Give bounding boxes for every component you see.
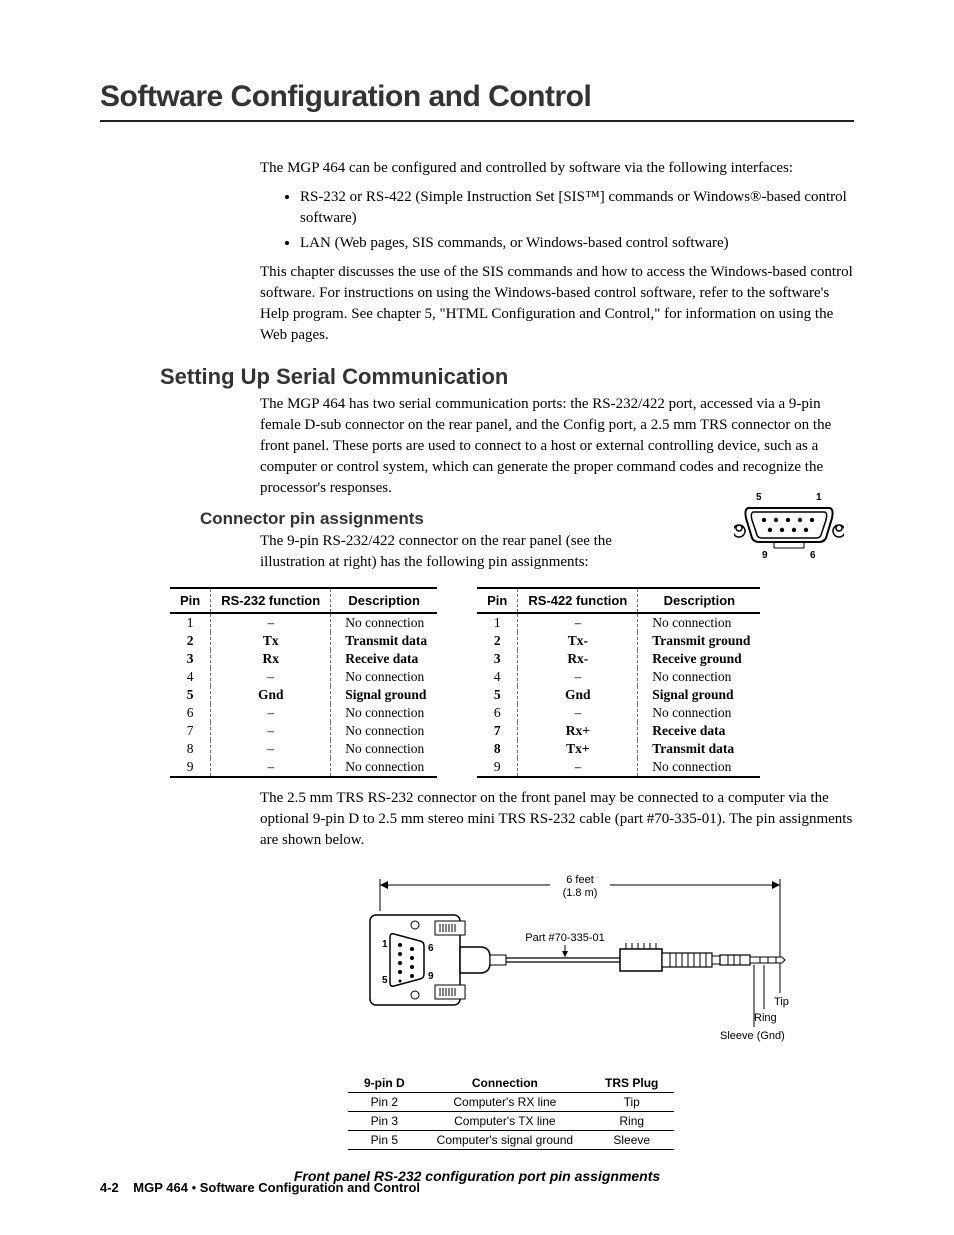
table-row: 2Tx-Transmit ground bbox=[477, 632, 760, 650]
table-row: 4–No connection bbox=[170, 668, 437, 686]
trs-table: 9-pin D Connection TRS Plug Pin 2Compute… bbox=[348, 1074, 674, 1150]
svg-text:6: 6 bbox=[428, 943, 434, 954]
rs422-table: Pin RS-422 function Description 1–No con… bbox=[477, 587, 760, 778]
table-row: 3Rx-Receive ground bbox=[477, 650, 760, 668]
svg-text:6 feet: 6 feet bbox=[566, 874, 594, 886]
col-header: 9-pin D bbox=[348, 1074, 421, 1093]
table-row: 5GndSignal ground bbox=[477, 686, 760, 704]
bullet-item: RS-232 or RS-422 (Simple Instruction Set… bbox=[300, 187, 854, 229]
table-row: 3RxReceive data bbox=[170, 650, 437, 668]
table-row: Pin 3Computer's TX lineRing bbox=[348, 1112, 674, 1131]
interface-list: RS-232 or RS-422 (Simple Instruction Set… bbox=[260, 187, 854, 254]
col-header: Connection bbox=[421, 1074, 589, 1093]
footer-product: MGP 464 bbox=[133, 1180, 188, 1195]
db9-connector-icon: 5 1 9 6 bbox=[734, 490, 844, 565]
svg-text:5: 5 bbox=[382, 975, 388, 986]
svg-text:(1.8 m): (1.8 m) bbox=[563, 887, 598, 899]
table-row: Pin 2Computer's RX lineTip bbox=[348, 1093, 674, 1112]
bullet-item: LAN (Web pages, SIS commands, or Windows… bbox=[300, 233, 854, 254]
svg-text:Sleeve (Gnd): Sleeve (Gnd) bbox=[720, 1030, 785, 1042]
footer-section: Software Configuration and Control bbox=[200, 1180, 420, 1195]
page-title: Software Configuration and Control bbox=[100, 80, 854, 114]
section-heading: Setting Up Serial Communication bbox=[160, 364, 854, 390]
intro-paragraph-2: This chapter discusses the use of the SI… bbox=[260, 262, 854, 346]
table-row: 1–No connection bbox=[170, 613, 437, 632]
svg-text:9: 9 bbox=[428, 971, 434, 982]
table-row: 7Rx+Receive data bbox=[477, 722, 760, 740]
subsection-paragraph: The 9-pin RS-232/422 connector on the re… bbox=[260, 531, 654, 573]
page-number: 4-2 bbox=[100, 1180, 119, 1195]
table-row: 6–No connection bbox=[170, 704, 437, 722]
col-header: Description bbox=[638, 588, 761, 613]
title-rule bbox=[100, 120, 854, 122]
trs-paragraph: The 2.5 mm TRS RS-232 connector on the f… bbox=[260, 788, 854, 851]
table-row: 2TxTransmit data bbox=[170, 632, 437, 650]
table-row: 7–No connection bbox=[170, 722, 437, 740]
pin-label-5: 5 bbox=[756, 492, 762, 503]
col-header: RS-232 function bbox=[211, 588, 331, 613]
table-row: 8–No connection bbox=[170, 740, 437, 758]
table-row: Pin 5Computer's signal groundSleeve bbox=[348, 1131, 674, 1150]
table-row: 9–No connection bbox=[477, 758, 760, 777]
col-header: RS-422 function bbox=[518, 588, 638, 613]
svg-text:Part #70-335-01: Part #70-335-01 bbox=[525, 932, 605, 944]
rs232-table: Pin RS-232 function Description 1–No con… bbox=[170, 587, 437, 778]
svg-text:Tip: Tip bbox=[774, 996, 789, 1008]
pin-label-6: 6 bbox=[810, 550, 816, 560]
svg-text:Ring: Ring bbox=[754, 1012, 777, 1024]
table-row: 1–No connection bbox=[477, 613, 760, 632]
table-row: 6–No connection bbox=[477, 704, 760, 722]
col-header: Pin bbox=[170, 588, 211, 613]
cable-diagram: 6 feet (1.8 m) 1 6 5 9 Part #70-33 bbox=[340, 871, 854, 1150]
intro-paragraph-1: The MGP 464 can be configured and contro… bbox=[260, 158, 854, 179]
col-header: Pin bbox=[477, 588, 518, 613]
col-header: TRS Plug bbox=[589, 1074, 674, 1093]
table-row: 5GndSignal ground bbox=[170, 686, 437, 704]
page-footer: 4-2 MGP 464 • Software Configuration and… bbox=[100, 1180, 420, 1195]
section-paragraph: The MGP 464 has two serial communication… bbox=[260, 394, 854, 499]
pin-label-1: 1 bbox=[816, 492, 822, 503]
table-row: 9–No connection bbox=[170, 758, 437, 777]
table-row: 4–No connection bbox=[477, 668, 760, 686]
table-row: 8Tx+Transmit data bbox=[477, 740, 760, 758]
pin-label-9: 9 bbox=[762, 550, 768, 560]
svg-text:1: 1 bbox=[382, 939, 388, 950]
col-header: Description bbox=[331, 588, 437, 613]
